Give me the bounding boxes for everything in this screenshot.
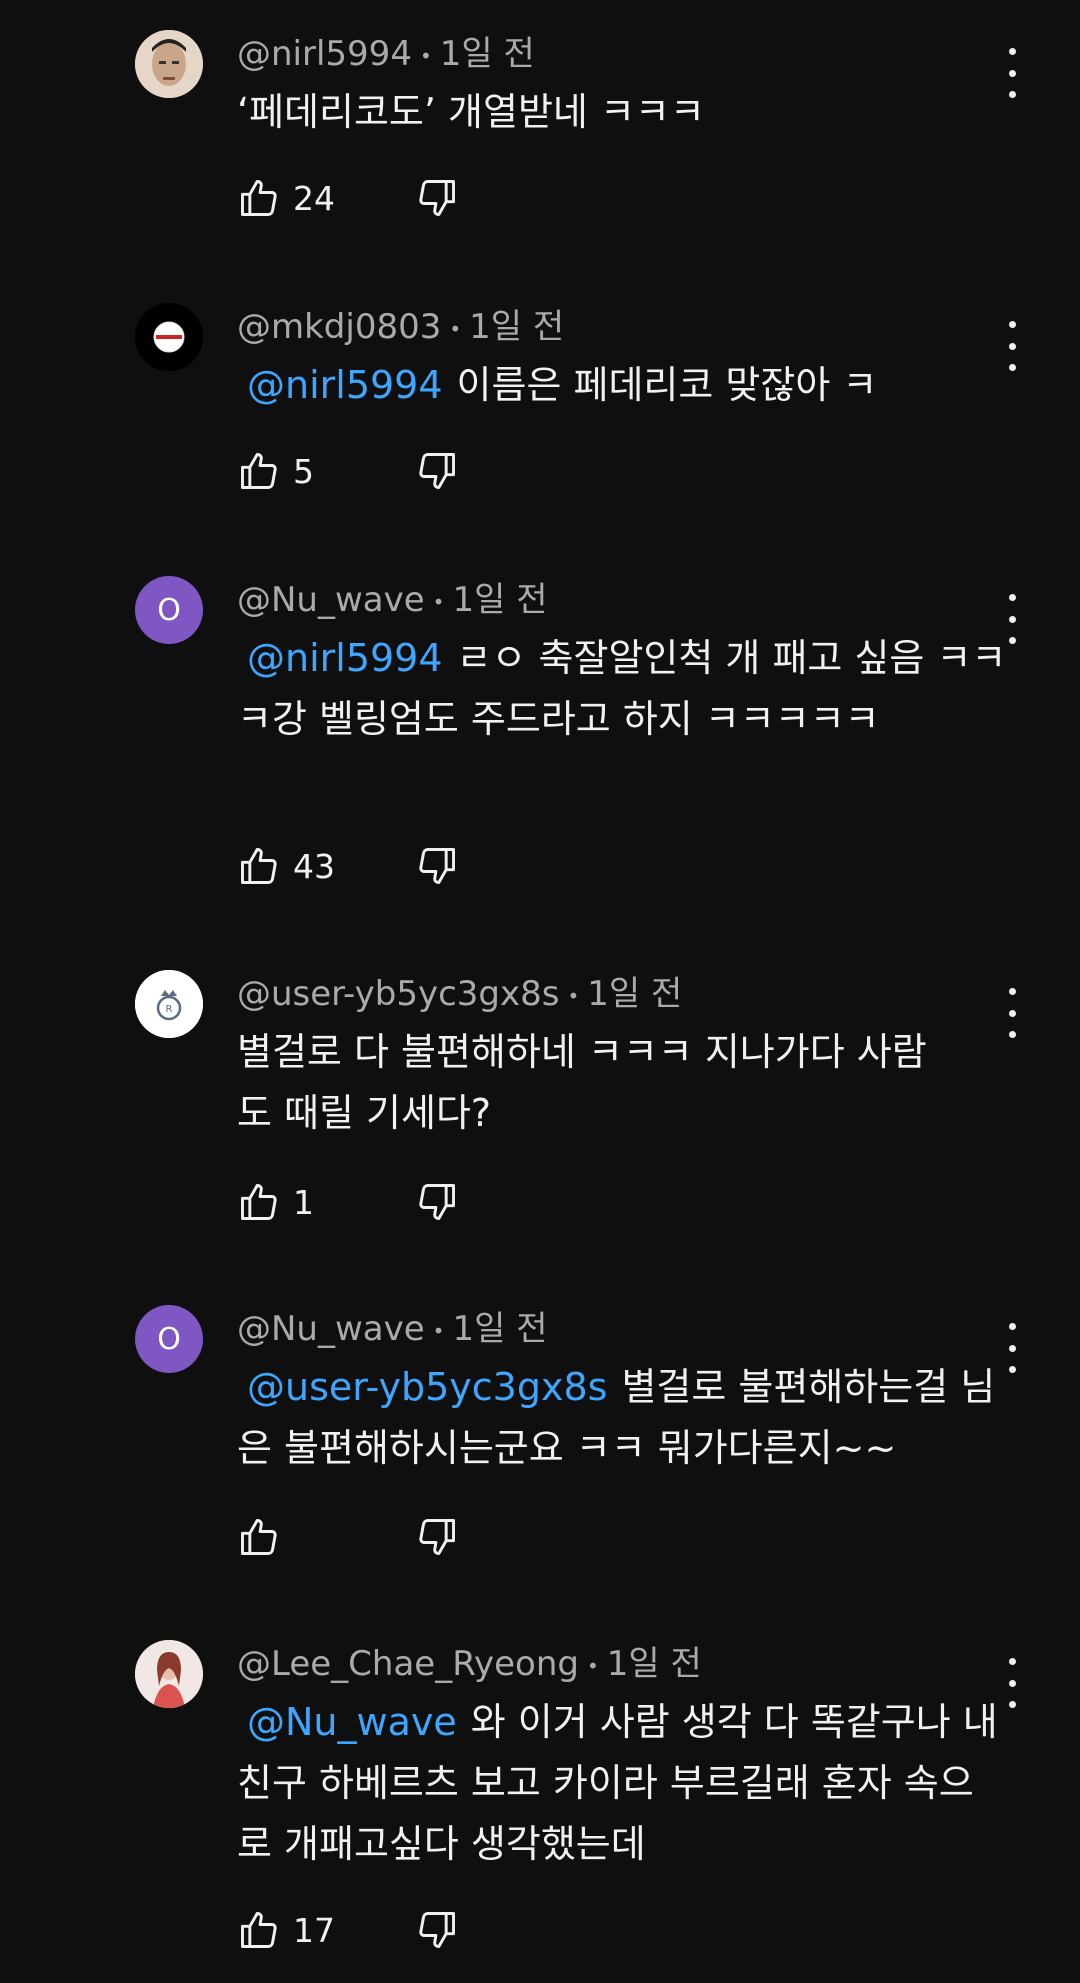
like-count: 17 [293,1910,335,1950]
comment-text: ‘페데리코도’ 개열받네 ㅋㅋㅋ [237,82,1007,143]
thumbs-down-icon[interactable] [415,844,459,888]
avatar-letter: O [157,592,181,628]
avatar-letter: O [157,1321,181,1357]
timestamp: 1일 전 [452,1309,548,1349]
comment-header: @Nu_wave • 1일 전 [237,1301,547,1350]
thumbs-down-icon[interactable] [415,1515,459,1559]
timestamp: 1일 전 [606,1644,702,1684]
thumbs-up-icon[interactable] [237,1908,281,1952]
comment-body: 이름은 페데리코 맞잖아 ㅋ [456,363,878,407]
avatar[interactable]: O [135,576,203,644]
author-name[interactable]: @nirl5994 [237,34,412,74]
separator-dot: • [419,43,432,68]
comment-actions: 1 [237,1180,459,1224]
comment-actions: 5 [237,449,459,493]
comment-header: @nirl5994 • 1일 전 [237,26,535,75]
separator-dot: • [449,316,462,341]
separator-dot: • [432,1318,445,1343]
comment-header: @mkdj0803 • 1일 전 [237,299,564,348]
comment-text: @nirl5994 이름은 페데리코 맞잖아 ㅋ [237,355,1007,416]
timestamp: 1일 전 [452,580,548,620]
mention-link[interactable]: @nirl5994 [247,363,443,407]
author-name[interactable]: @mkdj0803 [237,307,441,347]
comment-header: @Nu_wave • 1일 전 [237,572,547,621]
thumbs-down-icon[interactable] [415,449,459,493]
thumbs-down-icon[interactable] [415,176,459,220]
svg-text:R: R [166,1004,173,1015]
separator-dot: • [567,983,580,1008]
thumbs-up-icon[interactable] [237,844,281,888]
mention-link[interactable]: @user-yb5yc3gx8s [247,1365,607,1409]
mention-link[interactable]: @Nu_wave [247,1700,457,1744]
thumbs-down-icon[interactable] [415,1180,459,1224]
avatar[interactable] [135,30,203,98]
avatar[interactable]: O [135,1305,203,1373]
comment-actions: 43 [237,844,459,888]
timestamp: 1일 전 [469,307,565,347]
author-name[interactable]: @Lee_Chae_Ryeong [237,1644,579,1684]
author-name[interactable]: @user-yb5yc3gx8s [237,974,560,1014]
avatar[interactable]: R [135,970,203,1038]
thumbs-up-icon[interactable] [237,449,281,493]
comment-text: @Nu_wave 와 이거 사람 생각 다 똑같구나 내친구 하베르츠 보고 카이… [237,1692,1007,1875]
comment-text: 별걸로 다 불편해하네 ㅋㅋㅋ 지나가다 사람도 때릴 기세다? [237,1022,937,1144]
comment-header: @Lee_Chae_Ryeong • 1일 전 [237,1636,702,1685]
comment-actions [237,1515,459,1559]
comment-actions: 17 [237,1908,459,1952]
mention-link[interactable]: @nirl5994 [247,636,443,680]
more-options-icon[interactable] [1000,988,1024,1038]
like-count: 43 [293,846,335,886]
separator-dot: • [586,1653,599,1678]
like-count: 5 [293,451,314,491]
comment-body: ‘페데리코도’ 개열받네 ㅋㅋㅋ [237,90,705,134]
author-name[interactable]: @Nu_wave [237,580,425,620]
avatar[interactable] [135,303,203,371]
thumbs-up-icon[interactable] [237,1515,281,1559]
thumbs-up-icon[interactable] [237,1180,281,1224]
author-name[interactable]: @Nu_wave [237,1309,425,1349]
comment-body: 별걸로 다 불편해하네 ㅋㅋㅋ 지나가다 사람도 때릴 기세다? [237,1030,927,1135]
comment-header: @user-yb5yc3gx8s • 1일 전 [237,966,682,1015]
like-count: 24 [293,178,335,218]
like-count: 1 [293,1182,314,1222]
timestamp: 1일 전 [587,974,683,1014]
comment-text: @nirl5994 ㄹㅇ 축잘알인척 개 패고 싶음 ㅋㅋㅋ강 벨링엄도 주드라고… [237,628,1007,750]
comment-text: @user-yb5yc3gx8s 별걸로 불편해하는걸 님은 불편해하시는군요 ㅋ… [237,1357,1007,1479]
comment-actions: 24 [237,176,459,220]
separator-dot: • [432,589,445,614]
thumbs-down-icon[interactable] [415,1908,459,1952]
avatar[interactable] [135,1640,203,1708]
timestamp: 1일 전 [439,34,535,74]
thumbs-up-icon[interactable] [237,176,281,220]
